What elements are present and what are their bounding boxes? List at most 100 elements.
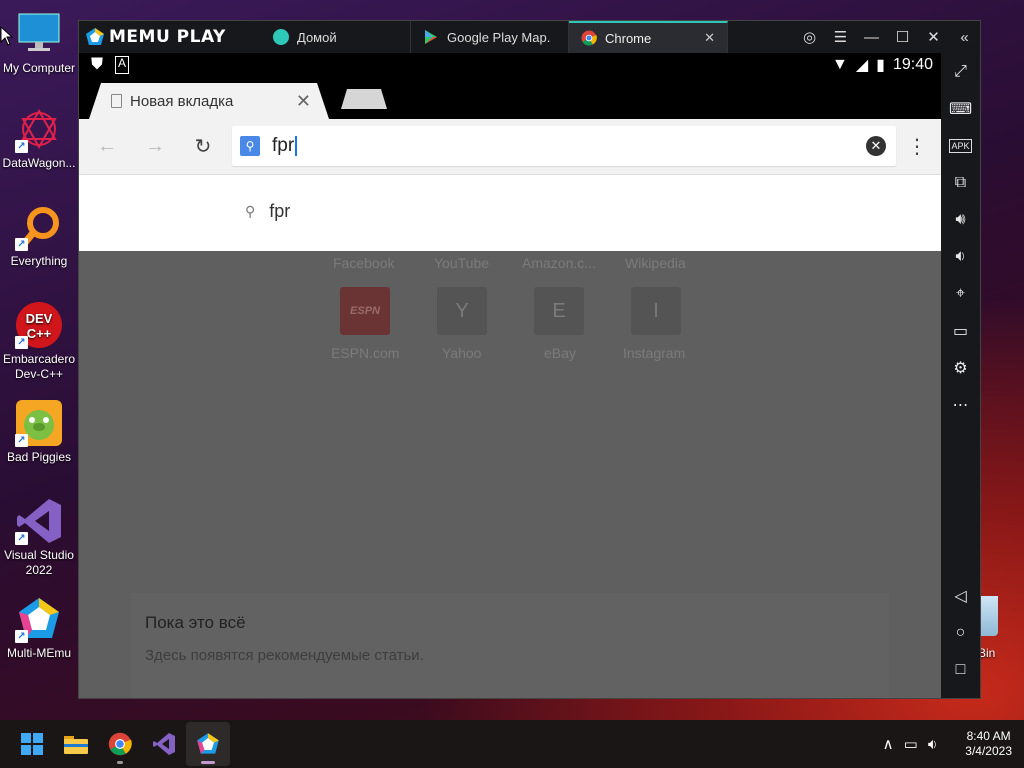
apk-icon[interactable]: APK: [941, 127, 980, 164]
tile-yahoo[interactable]: Y: [437, 287, 487, 335]
shortcut-arrow-icon: ↗: [15, 238, 28, 251]
collapse-icon[interactable]: «: [949, 29, 980, 46]
desktop-icon-datawagon[interactable]: ↗ DataWagon...: [0, 105, 78, 171]
desktop-icon-everything[interactable]: ↗ Everything: [0, 203, 78, 269]
memu-brand: MEMU PLAY: [109, 27, 226, 47]
tile-name-instagram: Instagram: [623, 345, 686, 361]
location-icon[interactable]: ⌖: [941, 275, 980, 312]
articles-card: Пока это всё Здесь появятся рекомендуемы…: [131, 593, 889, 698]
settings-icon[interactable]: ⚙: [941, 349, 980, 386]
everything-icon: ↗: [15, 203, 63, 251]
desktop-icon-devcpp[interactable]: DEV C++ ↗ Embarcadero Dev-C++: [0, 301, 78, 382]
recents-icon[interactable]: □: [941, 651, 980, 688]
tile-instagram[interactable]: I: [631, 287, 681, 335]
start-icon: [21, 733, 43, 755]
tile-label-facebook[interactable]: Facebook: [333, 255, 394, 271]
taskbar-clock[interactable]: 8:40 AM 3/4/2023: [965, 729, 1012, 759]
tile-label-youtube[interactable]: YouTube: [434, 255, 489, 271]
new-tab-page: Facebook YouTube Amazon.c... Wikipedia E…: [79, 251, 941, 698]
tile-espn[interactable]: ESPN: [340, 287, 390, 335]
minimize-icon[interactable]: —: [856, 29, 887, 46]
clear-input-icon[interactable]: ✕: [866, 136, 886, 156]
account-icon[interactable]: ◎: [794, 28, 825, 46]
back-arrow-icon[interactable]: ←: [83, 135, 131, 158]
tile-ebay[interactable]: E: [534, 287, 584, 335]
forward-arrow-icon[interactable]: →: [131, 135, 179, 158]
chevron-up-icon[interactable]: ∧: [883, 735, 894, 753]
omnibox[interactable]: ⚲ fpr ✕: [232, 126, 896, 166]
desktop-icon-visual-studio[interactable]: ↗ Visual Studio 2022: [0, 497, 78, 578]
chrome-tab-strip: Новая вкладка ✕: [79, 77, 941, 119]
shortcut-arrow-icon: ↗: [15, 532, 28, 545]
text-caret: [295, 135, 298, 156]
menu-icon[interactable]: ☰: [825, 28, 856, 46]
more-icon[interactable]: ⋯: [941, 386, 980, 423]
new-tab-button[interactable]: [341, 89, 387, 109]
status-time: 19:40: [892, 56, 933, 73]
running-indicator: [201, 761, 215, 764]
tile-label-amazon[interactable]: Amazon.c...: [522, 255, 596, 271]
omnibox-text[interactable]: fpr: [272, 135, 298, 157]
back-icon[interactable]: ◁: [941, 577, 980, 614]
taskbar-file-explorer[interactable]: [54, 722, 98, 766]
memu-tab-home[interactable]: Домой: [261, 21, 411, 53]
memu-tab-chrome[interactable]: Chrome ✕: [569, 21, 728, 53]
desktop-icon-label: Embarcadero Dev-C++: [2, 352, 76, 381]
search-icon: ⚲: [245, 203, 256, 219]
desktop-icon-label: Everything: [10, 254, 68, 268]
tile-label-wikipedia[interactable]: Wikipedia: [625, 255, 686, 271]
home-icon[interactable]: ○: [941, 614, 980, 651]
memu-icon: [197, 733, 219, 754]
folder-icon[interactable]: ▭: [941, 312, 980, 349]
tile-name-yahoo: Yahoo: [442, 345, 482, 361]
taskbar-memu[interactable]: [186, 722, 230, 766]
maximize-icon[interactable]: ☐: [887, 28, 918, 46]
desktop-icon-label: DataWagon...: [2, 156, 76, 170]
card-subtitle: Здесь появятся рекомендуемые статьи.: [145, 647, 424, 664]
more-vert-icon[interactable]: ⋮: [907, 134, 927, 159]
start-button[interactable]: [10, 722, 54, 766]
taskbar-visual-studio[interactable]: [142, 722, 186, 766]
shortcut-arrow-icon: ↗: [15, 434, 28, 447]
speaker-icon[interactable]: 🔉︎: [928, 736, 937, 753]
chrome-toolbar: ← → ↻ ⚲ fpr ✕ ⋮: [79, 119, 941, 175]
close-tab-icon[interactable]: ✕: [296, 91, 311, 112]
desktop-icon-label: Bad Piggies: [6, 450, 72, 464]
desktop-icon-multi-memu[interactable]: ↗ Multi-MEmu: [0, 595, 78, 661]
memu-tab-play-store[interactable]: Google Play Map.: [411, 21, 569, 53]
keyboard-icon[interactable]: ⌨: [941, 90, 980, 127]
suggestion-text: fpr: [269, 201, 291, 221]
chrome-tab-new-tab[interactable]: Новая вкладка ✕: [89, 83, 329, 119]
desktop-icon-label: My Computer: [2, 61, 76, 75]
devcpp-icon: DEV C++ ↗: [15, 301, 63, 349]
svg-text:C++: C++: [27, 326, 52, 341]
network-icon[interactable]: ▭: [904, 735, 918, 753]
taskbar: ∧ ▭ 🔉︎ 8:40 AM 3/4/2023: [0, 720, 1024, 768]
clock-time: 8:40 AM: [966, 729, 1011, 743]
memu-tab-label: Chrome: [605, 30, 652, 46]
document-icon: [111, 94, 122, 108]
memu-sidebar: ⤢ ⌨ APK ⧉ 🔊︎ 🔉︎ ⌖ ▭ ⚙ ⋯ ◁ ○ □: [941, 53, 980, 698]
clock-date: 3/4/2023: [965, 744, 1012, 758]
memu-logo-icon: [86, 28, 104, 45]
memu-titlebar: MEMU PLAY Домой Google Play Map. Chrome …: [79, 21, 980, 53]
desktop-icon-label: Multi-MEmu: [6, 646, 71, 660]
android-status-bar: ⛊ A ▼ ◢ ▮ 19:40: [79, 53, 941, 77]
suggestion-item[interactable]: ⚲ fpr: [245, 201, 290, 222]
close-icon[interactable]: ✕: [918, 28, 949, 46]
memu-tab-label: Домой: [297, 29, 337, 45]
volume-up-icon[interactable]: 🔊︎: [941, 201, 980, 238]
reload-icon[interactable]: ↻: [179, 134, 227, 159]
taskbar-chrome[interactable]: [98, 722, 142, 766]
desktop-icon-bad-piggies[interactable]: ↗ Bad Piggies: [0, 399, 78, 465]
chrome-icon: [108, 732, 132, 756]
volume-down-icon[interactable]: 🔉︎: [941, 238, 980, 275]
tile-name-ebay: eBay: [544, 345, 576, 361]
desktop-icon-label: Visual Studio 2022: [4, 548, 74, 577]
visual-studio-icon: [153, 733, 175, 755]
close-tab-icon[interactable]: ✕: [704, 30, 715, 46]
fullscreen-icon[interactable]: ⤢: [941, 53, 980, 90]
signal-icon: ◢: [855, 57, 869, 74]
tile-name-espn: ESPN.com: [331, 345, 400, 361]
multi-window-icon[interactable]: ⧉: [941, 164, 980, 201]
